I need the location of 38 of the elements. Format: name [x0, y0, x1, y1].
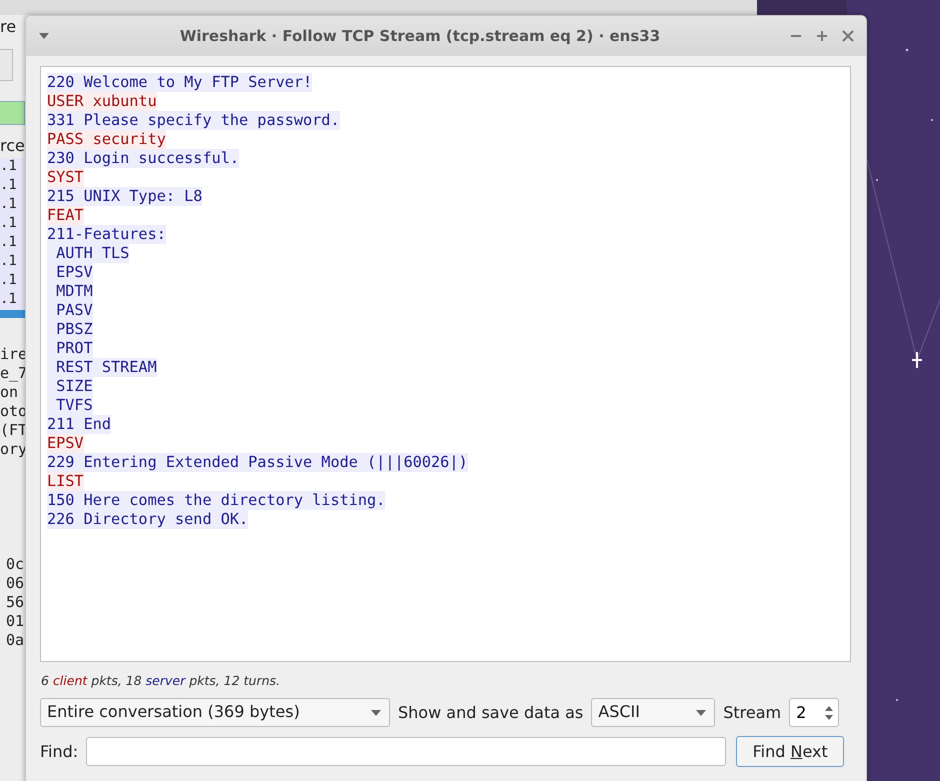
packet-row[interactable]: .1 — [0, 253, 25, 272]
menu-icon[interactable] — [38, 32, 50, 40]
packet-row[interactable]: .1 — [0, 215, 25, 234]
maximize-icon[interactable] — [816, 30, 828, 42]
conversation-dropdown[interactable]: Entire conversation (369 bytes) — [40, 698, 390, 727]
filter-bar[interactable] — [0, 101, 25, 125]
find-next-button[interactable]: Find Next — [736, 736, 844, 767]
caret-icon — [696, 710, 706, 716]
hex-line: 0c — [6, 555, 24, 574]
find-label: Find: — [40, 742, 78, 761]
detail-line: ory — [0, 440, 28, 459]
hex-line: 06 — [6, 574, 24, 593]
hex-line: 01 — [6, 612, 24, 631]
packet-row[interactable]: .1 — [0, 158, 25, 177]
stream-spinbox[interactable]: 2 — [789, 698, 840, 727]
close-icon[interactable] — [842, 30, 854, 42]
format-dropdown[interactable]: ASCII — [591, 698, 716, 727]
hex-line: 56 — [6, 593, 24, 612]
menu-item[interactable]: re — [0, 17, 16, 36]
hex-line: 0a — [6, 631, 24, 650]
packet-row[interactable]: .1 — [0, 272, 25, 291]
packet-row[interactable]: .1 — [0, 234, 25, 253]
detail-line: (FT — [0, 421, 28, 440]
show-label: Show and save data as — [398, 703, 584, 722]
column-header[interactable]: rce — [0, 136, 25, 155]
detail-line: e_7 — [0, 364, 28, 383]
summary-text: 6 client pkts, 18 server pkts, 12 turns. — [41, 673, 282, 689]
stream-text-area[interactable] — [40, 66, 851, 662]
document-icon[interactable] — [0, 49, 13, 81]
window-title: Wireshark · Follow TCP Stream (tcp.stream eq 2) · ens33 — [178, 27, 662, 45]
detail-line: on — [0, 383, 20, 402]
stream-label: Stream — [723, 703, 782, 722]
packet-row[interactable]: .1 — [0, 177, 25, 196]
packet-row[interactable] — [0, 310, 25, 318]
packet-row[interactable]: .1 — [0, 196, 25, 215]
packet-row[interactable]: .1 — [0, 291, 25, 310]
find-field[interactable] — [86, 737, 726, 766]
caret-icon — [371, 710, 381, 716]
